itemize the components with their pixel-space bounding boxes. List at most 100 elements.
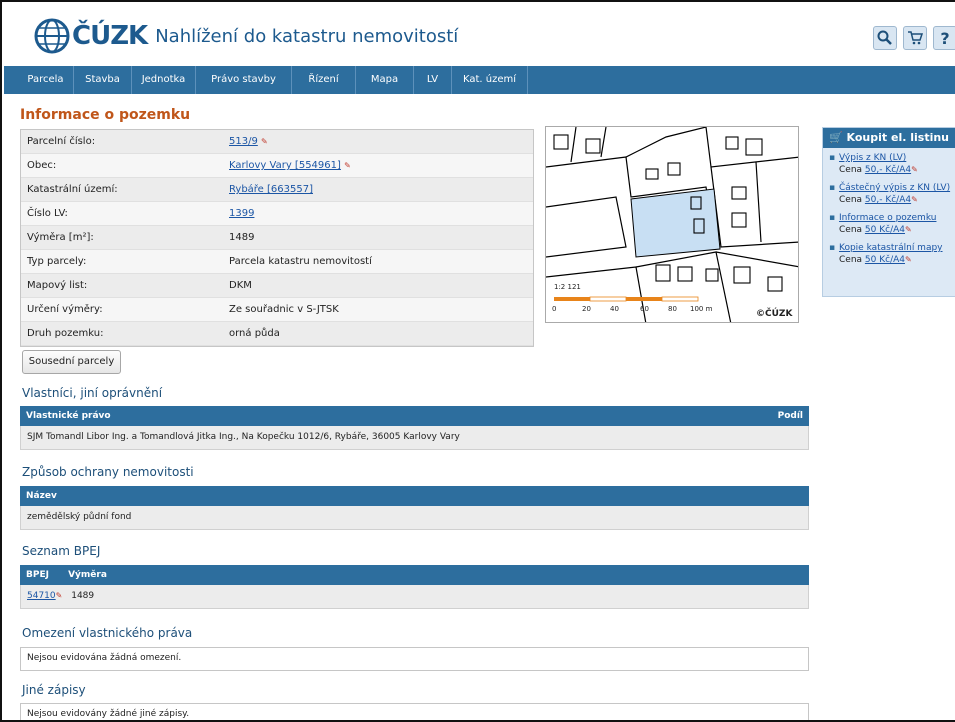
scale-tick: 60 bbox=[640, 305, 649, 313]
owners-col-left: Vlastnické právo bbox=[26, 411, 111, 421]
row-label: Obec: bbox=[27, 160, 57, 171]
table-row: Číslo LV: 1399 bbox=[21, 202, 533, 226]
panel-header: 🛒 Koupit el. listinu bbox=[823, 128, 955, 148]
price-prefix: Cena bbox=[839, 225, 865, 235]
cuzk-logo[interactable]: ČÚZK Nahlížení do katastru nemovitostí bbox=[34, 14, 458, 58]
protection-title: Způsob ochrany nemovitosti bbox=[22, 465, 194, 479]
neighbor-parcels-button[interactable]: Sousední parcely bbox=[22, 350, 121, 374]
municipality-link[interactable]: Karlovy Vary [554961] bbox=[229, 160, 341, 171]
logo-text: ČÚZK bbox=[72, 21, 148, 51]
table-row: Výměra [m²]: 1489 bbox=[21, 226, 533, 250]
pencil-icon: ✎ bbox=[904, 255, 912, 264]
globe-icon bbox=[34, 18, 70, 54]
restriction-title: Omezení vlastnického práva bbox=[22, 626, 193, 640]
row-value: DKM bbox=[229, 280, 252, 291]
purchase-link[interactable]: Informace o pozemku bbox=[839, 213, 936, 223]
price-link[interactable]: 50 Kč/A4 bbox=[865, 225, 905, 235]
bpej-code-link[interactable]: 54710 bbox=[27, 591, 56, 601]
row-value: orná půda bbox=[229, 328, 280, 339]
bpej-col-code: BPEJ bbox=[26, 570, 49, 580]
list-item: Informace o pozemku Cena 50 Kč/A4✎ bbox=[829, 212, 955, 236]
map-copyright: ©ČÚZK bbox=[756, 309, 793, 319]
header-icons: ? bbox=[873, 26, 955, 50]
scale-bar bbox=[554, 296, 699, 302]
row-label: Mapový list: bbox=[27, 280, 88, 291]
purchase-link[interactable]: Výpis z KN (LV) bbox=[839, 153, 906, 163]
map-drawing bbox=[546, 127, 798, 322]
row-value: 1489 bbox=[229, 232, 255, 243]
bpej-header: BPEJ Výměra bbox=[20, 565, 809, 585]
row-value: Parcela katastru nemovitostí bbox=[229, 256, 372, 267]
nav-item-jednotka[interactable]: Jednotka bbox=[132, 66, 196, 94]
nav-item-mapa[interactable]: Mapa bbox=[356, 66, 414, 94]
scale-tick: 0 bbox=[552, 305, 557, 313]
protection-header: Název bbox=[20, 486, 809, 506]
table-row: Obec: Karlovy Vary [554961] ✎ bbox=[21, 154, 533, 178]
bpej-col-area: Výměra bbox=[68, 570, 107, 580]
row-value: Ze souřadnic v S-JTSK bbox=[229, 304, 339, 315]
page-title: Informace o pozemku bbox=[20, 107, 191, 123]
owners-col-right: Podíl bbox=[777, 411, 803, 421]
cadastral-map[interactable]: 1:2 121 0 20 40 60 80 100 m ©ČÚZK bbox=[545, 126, 799, 323]
row-label: Typ parcely: bbox=[27, 256, 87, 267]
table-row: Určení výměry: Ze souřadnic v S-JTSK bbox=[21, 298, 533, 322]
panel-title: Koupit el. listinu bbox=[846, 131, 950, 144]
site-subtitle: Nahlížení do katastru nemovitostí bbox=[155, 25, 459, 47]
price-link[interactable]: 50 Kč/A4 bbox=[865, 255, 905, 265]
list-item: Výpis z KN (LV) Cena 50,- Kč/A4✎ bbox=[829, 152, 955, 176]
table-row: Katastrální území: Rybáře [663557] bbox=[21, 178, 533, 202]
row-label: Parcelní číslo: bbox=[27, 136, 96, 147]
row-label: Druh pozemku: bbox=[27, 328, 104, 339]
row-label: Určení výměry: bbox=[27, 304, 103, 315]
price-prefix: Cena bbox=[839, 165, 865, 175]
price-link[interactable]: 50,- Kč/A4 bbox=[865, 195, 911, 205]
nav-item-kat-uzemi[interactable]: Kat. území bbox=[452, 66, 528, 94]
price-prefix: Cena bbox=[839, 255, 865, 265]
cart-icon[interactable] bbox=[903, 26, 927, 50]
list-item: Částečný výpis z KN (LV) Cena 50,- Kč/A4✎ bbox=[829, 182, 955, 206]
scale-tick: 40 bbox=[610, 305, 619, 313]
lv-number-link[interactable]: 1399 bbox=[229, 208, 254, 219]
owners-title: Vlastníci, jiní oprávnění bbox=[22, 386, 163, 400]
row-label: Výměra [m²]: bbox=[27, 232, 94, 243]
bpej-row: 54710✎ 1489 bbox=[20, 585, 809, 609]
row-label: Číslo LV: bbox=[27, 208, 68, 219]
nav-item-lv[interactable]: LV bbox=[414, 66, 452, 94]
cadastral-area-link[interactable]: Rybáře [663557] bbox=[229, 184, 313, 195]
restriction-box: Nejsou evidována žádná omezení. bbox=[20, 647, 809, 671]
table-row: Mapový list: DKM bbox=[21, 274, 533, 298]
other-records-box: Nejsou evidovány žádné jiné zápisy. bbox=[20, 703, 809, 720]
scale-tick: 100 m bbox=[690, 305, 713, 313]
parcel-info-table: Parcelní číslo: 513/9 ✎ Obec: Karlovy Vary… bbox=[20, 129, 534, 347]
row-label: Katastrální území: bbox=[27, 184, 118, 195]
header: ČÚZK Nahlížení do katastru nemovitostí ? bbox=[4, 4, 955, 66]
bpej-title: Seznam BPEJ bbox=[22, 544, 101, 558]
pencil-icon: ✎ bbox=[904, 225, 912, 234]
pencil-icon: ✎ bbox=[911, 165, 918, 174]
purchase-link[interactable]: Částečný výpis z KN (LV) bbox=[839, 183, 950, 193]
price-prefix: Cena bbox=[839, 195, 865, 205]
nav-item-pravo-stavby[interactable]: Právo stavby bbox=[196, 66, 292, 94]
buy-document-panel: 🛒 Koupit el. listinu Výpis z KN (LV) Cena… bbox=[822, 127, 955, 297]
pencil-icon: ✎ bbox=[911, 195, 918, 204]
nav-item-parcela[interactable]: Parcela bbox=[18, 66, 74, 94]
bpej-area: 1489 bbox=[71, 591, 95, 601]
search-icon[interactable] bbox=[873, 26, 897, 50]
cart-icon: 🛒 bbox=[829, 131, 843, 144]
other-records-title: Jiné zápisy bbox=[22, 683, 86, 697]
table-row: Parcelní číslo: 513/9 ✎ bbox=[21, 130, 533, 154]
help-icon[interactable]: ? bbox=[933, 26, 955, 50]
pencil-icon[interactable]: ✎ bbox=[56, 591, 63, 600]
parcel-number-link[interactable]: 513/9 bbox=[229, 136, 258, 147]
price-link[interactable]: 50,- Kč/A4 bbox=[865, 165, 911, 175]
purchase-link[interactable]: Kopie katastrální mapy bbox=[839, 243, 943, 253]
map-scale-label: 1:2 121 bbox=[554, 283, 581, 291]
list-item: Kopie katastrální mapy Cena 50 Kč/A4✎ bbox=[829, 242, 955, 266]
purchase-list: Výpis z KN (LV)Cena 50,- Kč/A4✎ Částečný… bbox=[823, 148, 955, 266]
scale-tick: 20 bbox=[582, 305, 591, 313]
nav-item-rizeni[interactable]: Řízení bbox=[292, 66, 356, 94]
pencil-icon[interactable]: ✎ bbox=[261, 137, 268, 146]
nav-item-stavba[interactable]: Stavba bbox=[74, 66, 132, 94]
pencil-icon[interactable]: ✎ bbox=[344, 161, 351, 170]
table-row: Typ parcely: Parcela katastru nemovitostí bbox=[21, 250, 533, 274]
